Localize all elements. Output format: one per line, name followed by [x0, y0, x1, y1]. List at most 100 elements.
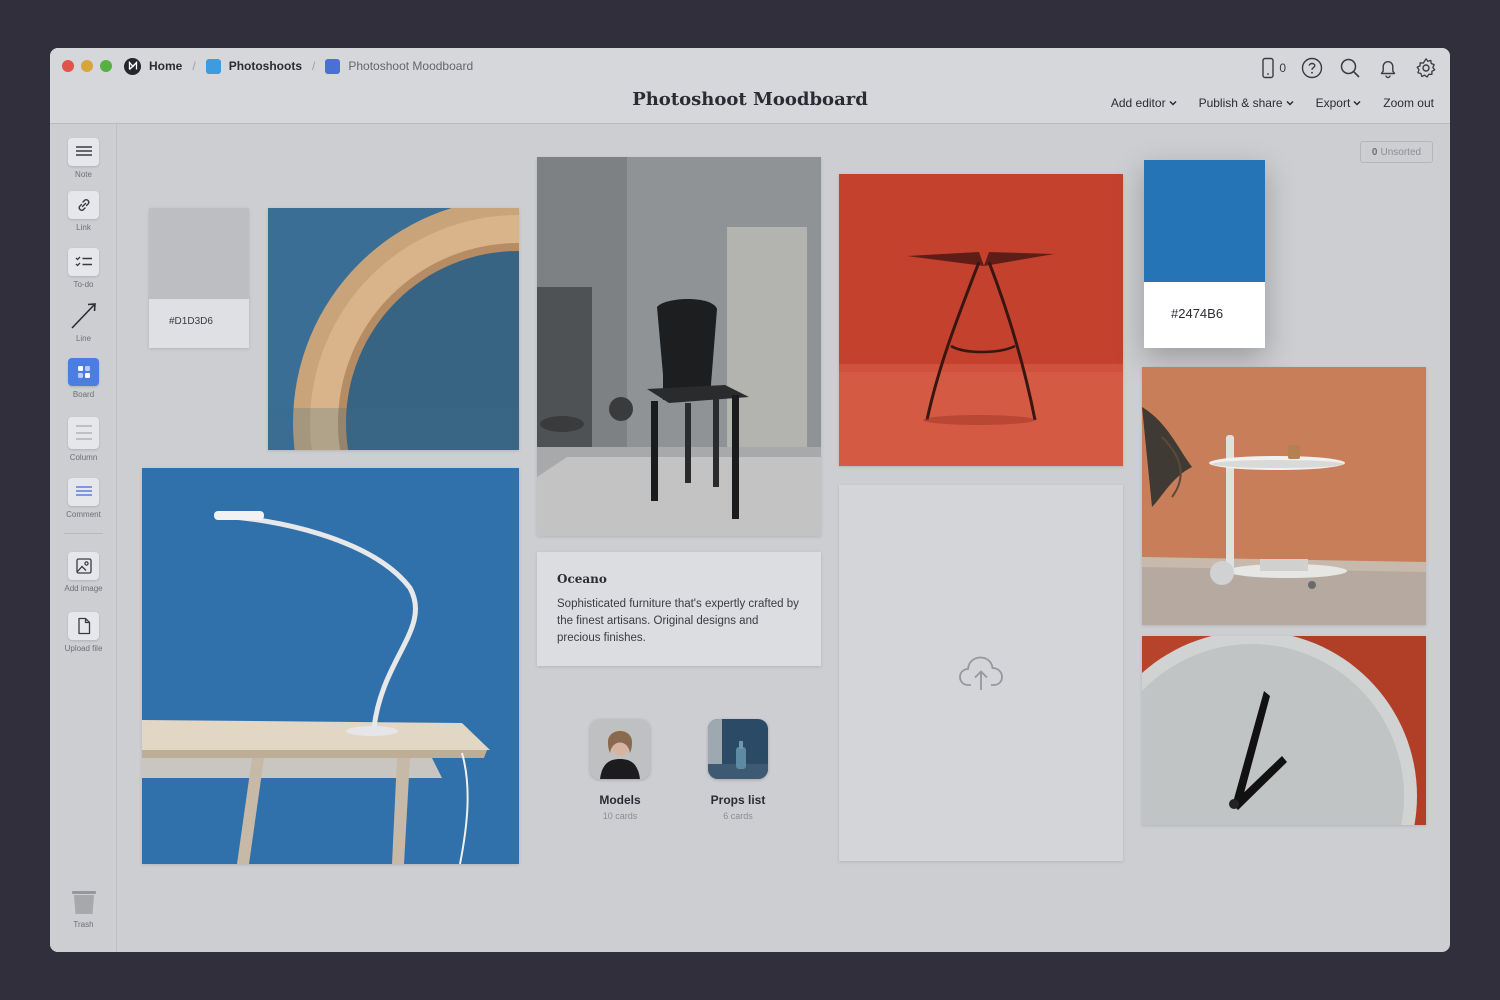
help-button[interactable] — [1300, 56, 1324, 80]
swatch-color — [149, 208, 249, 299]
tool-upload-file[interactable]: Upload file — [50, 612, 117, 653]
device-count: 0 — [1279, 61, 1286, 75]
help-icon — [1301, 57, 1323, 79]
tool-link-label: Link — [76, 223, 91, 232]
breadcrumb-home[interactable]: Home — [124, 57, 183, 75]
note-card[interactable]: Oceano Sophisticated furniture that's ex… — [537, 552, 821, 666]
unsorted-button[interactable]: 0 Unsorted — [1360, 141, 1433, 163]
breadcrumb-current[interactable]: Photoshoot Moodboard — [325, 58, 474, 74]
export-label: Export — [1315, 96, 1351, 110]
tool-column[interactable]: Column — [50, 417, 117, 462]
tool-board[interactable]: Board — [50, 358, 117, 399]
link-icon — [68, 191, 99, 219]
tool-add-image-label: Add image — [64, 584, 103, 593]
board-models-count: 10 cards — [602, 811, 638, 821]
comment-icon — [68, 478, 99, 506]
milanote-logo-icon — [124, 57, 141, 75]
models-thumbnail — [590, 719, 650, 779]
sidebar-divider — [64, 533, 103, 534]
tool-comment[interactable]: Comment — [50, 478, 117, 519]
unsorted-count: 0 — [1371, 146, 1378, 158]
maximize-window-button[interactable] — [100, 60, 112, 72]
add-editor-menu[interactable]: Add editor — [1111, 96, 1177, 110]
swatch-hex-label: #2474B6 — [1171, 306, 1224, 321]
tool-add-image[interactable]: Add image — [50, 552, 117, 593]
tool-note[interactable]: Note — [50, 138, 117, 179]
breadcrumb-home-label: Home — [149, 59, 183, 73]
board-menus: Add editor Publish & share Export Zoom o… — [1111, 96, 1434, 110]
tool-todo[interactable]: To-do — [50, 248, 117, 289]
clock-image[interactable] — [1142, 636, 1426, 825]
black-chair-image[interactable] — [537, 157, 821, 536]
mobile-app-button[interactable]: 0 — [1261, 57, 1286, 79]
swatch-hex-label: #D1D3D6 — [169, 316, 213, 327]
publish-share-label: Publish & share — [1198, 96, 1283, 110]
desk-lamp-on-blue-image[interactable] — [142, 468, 519, 864]
settings-button[interactable] — [1414, 56, 1438, 80]
trash-icon — [71, 891, 96, 914]
tool-todo-label: To-do — [73, 280, 94, 289]
column-icon — [68, 417, 99, 449]
props-list-thumbnail — [708, 719, 768, 779]
gear-icon — [1416, 58, 1436, 78]
file-icon — [68, 612, 99, 640]
trash-button[interactable]: Trash — [50, 888, 117, 929]
swatch-color — [1144, 160, 1265, 282]
phone-icon — [1262, 57, 1275, 79]
line-icon — [70, 303, 96, 329]
breadcrumb-current-label: Photoshoot Moodboard — [348, 59, 474, 73]
board-models-title: Models — [599, 793, 641, 807]
publish-share-menu[interactable]: Publish & share — [1199, 96, 1294, 110]
chevron-down-icon — [1169, 100, 1177, 106]
cloud-upload-icon — [959, 656, 1003, 690]
tool-line-label: Line — [75, 334, 92, 343]
board-props-list-count: 6 cards — [723, 811, 753, 821]
search-button[interactable] — [1338, 56, 1362, 80]
breadcrumb-separator: / — [312, 59, 316, 73]
app-window: Home / Photoshoots / Photoshoot Moodboar… — [50, 48, 1450, 952]
wood-ring-on-blue-image[interactable] — [268, 208, 519, 450]
image-upload-placeholder[interactable] — [839, 485, 1123, 861]
tool-link[interactable]: Link — [50, 191, 117, 232]
chevron-down-icon — [1353, 100, 1361, 106]
title-bar: Home / Photoshoots / Photoshoot Moodboar… — [50, 48, 1450, 124]
zoom-out-label: Zoom out — [1383, 96, 1434, 110]
board-link-models[interactable]: Models 10 cards — [580, 719, 660, 821]
board-props-list-title: Props list — [710, 793, 766, 807]
board-icon — [325, 58, 341, 74]
minimize-window-button[interactable] — [81, 60, 93, 72]
tool-upload-file-label: Upload file — [64, 644, 103, 653]
zoom-out-button[interactable]: Zoom out — [1383, 96, 1434, 110]
bell-icon — [1380, 61, 1396, 79]
image-icon — [68, 552, 99, 580]
note-title: Oceano — [557, 572, 607, 586]
chevron-down-icon — [1286, 100, 1294, 106]
tool-board-label: Board — [72, 390, 95, 399]
breadcrumb-photoshoots[interactable]: Photoshoots — [205, 58, 303, 74]
board-canvas[interactable]: 0 Unsorted #D1D3D6 Oceano Sophisticated … — [117, 124, 1450, 952]
top-toolbar: 0 — [1261, 56, 1438, 80]
breadcrumb-separator: / — [192, 59, 196, 73]
tool-comment-label: Comment — [66, 510, 101, 519]
close-window-button[interactable] — [62, 60, 74, 72]
tool-sidebar: Note Link To-do Line Board Column Commen… — [50, 124, 117, 952]
checklist-icon — [68, 248, 99, 276]
note-icon — [68, 138, 99, 166]
color-swatch-card[interactable]: #D1D3D6 — [149, 208, 249, 348]
breadcrumb-project-label: Photoshoots — [228, 59, 303, 73]
export-menu[interactable]: Export — [1316, 96, 1362, 110]
red-stool-image[interactable] — [839, 174, 1123, 466]
unsorted-label: Unsorted — [1380, 146, 1422, 158]
tool-line[interactable]: Line — [50, 300, 117, 343]
board-icon — [205, 58, 221, 74]
search-icon — [1340, 58, 1360, 78]
side-table-image[interactable] — [1142, 367, 1426, 625]
tool-note-label: Note — [75, 170, 92, 179]
notifications-button[interactable] — [1376, 56, 1400, 80]
breadcrumb: Home / Photoshoots / Photoshoot Moodboar… — [124, 57, 474, 75]
note-body: Sophisticated furniture that's expertly … — [557, 598, 799, 644]
color-swatch-card-selected[interactable]: #2474B6 — [1144, 160, 1265, 348]
add-editor-label: Add editor — [1110, 96, 1166, 110]
board-link-props-list[interactable]: Props list 6 cards — [698, 719, 778, 821]
trash-label: Trash — [73, 920, 94, 929]
